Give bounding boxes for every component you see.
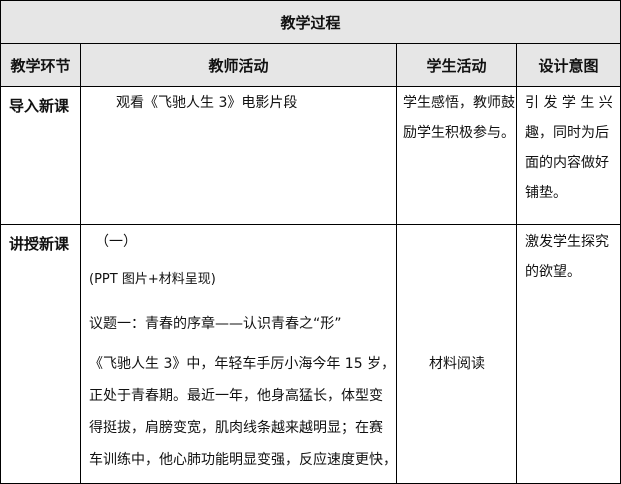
row-intro-intent-line-3: 面的内容做好 [525, 155, 609, 171]
row-lecture-stage-label: 讲授新课 [9, 235, 70, 253]
row-lecture-teacher-line-3: 议题一：青春的序章——认识青春之“形” [89, 316, 342, 332]
row-lecture-intent: 激发学生探究 的欲望。 [516, 224, 621, 484]
header-stage-label: 教学环节 [10, 56, 71, 75]
table-title-text: 教学过程 [280, 13, 341, 32]
row-intro-stage: 导入新课 [0, 86, 81, 225]
row-intro-student: 学生感悟，教师鼓 励学生积极参与。 [396, 86, 517, 225]
header-intent-label: 设计意图 [538, 56, 599, 75]
row-intro-intent-line-4: 铺垫。 [525, 185, 567, 201]
row-lecture-stage: 讲授新课 [0, 224, 81, 484]
row-lecture-teacher-line-1: （一） [95, 234, 137, 250]
row-lecture-intent-line-1: 激发学生探究 [525, 234, 609, 250]
header-stage: 教学环节 [0, 43, 81, 87]
row-lecture-teacher-line-2: (PPT 图片+材料呈现) [89, 272, 216, 287]
header-teacher-label: 教师活动 [208, 56, 269, 75]
row-lecture-teacher-line-6: 得挺拔，肩膀变宽，肌肉线条越来越明显；在赛 [89, 420, 383, 436]
row-intro-student-line-2: 励学生积极参与。 [403, 125, 515, 141]
row-intro-stage-label: 导入新课 [9, 97, 70, 115]
row-intro-intent-line-1: 引 发 学 生 兴 [525, 95, 613, 111]
table-title: 教学过程 [0, 0, 621, 44]
row-lecture-teacher: （一） (PPT 图片+材料呈现) 议题一：青春的序章——认识青春之“形” 《飞… [80, 224, 397, 484]
row-intro-intent-line-2: 趣，同时为后 [525, 125, 609, 141]
header-student: 学生活动 [396, 43, 517, 87]
header-student-label: 学生活动 [426, 56, 487, 75]
row-intro-student-line-1: 学生感悟，教师鼓 [403, 95, 515, 111]
row-lecture-teacher-line-7: 车训练中，他心肺功能明显变强，反应速度更快， [89, 452, 397, 468]
lesson-plan-table: 教学过程 教学环节 教师活动 学生活动 设计意图 导入新课 观看《飞驰人生 3》… [0, 0, 621, 484]
row-lecture-teacher-line-4: 《飞驰人生 3》中，年轻车手厉小海今年 15 岁， [89, 356, 396, 372]
row-lecture-intent-line-2: 的欲望。 [525, 264, 581, 280]
row-lecture-teacher-line-5: 正处于青春期。最近一年，他身高猛长，体型变 [89, 388, 383, 404]
row-lecture-student-text: 材料阅读 [429, 356, 485, 372]
row-intro-intent: 引 发 学 生 兴 趣，同时为后 面的内容做好 铺垫。 [516, 86, 621, 225]
header-teacher: 教师活动 [80, 43, 397, 87]
row-intro-teacher-text: 观看《飞驰人生 3》电影片段 [116, 95, 298, 111]
row-intro-teacher: 观看《飞驰人生 3》电影片段 [80, 86, 397, 225]
header-intent: 设计意图 [516, 43, 621, 87]
row-lecture-student: 材料阅读 [396, 224, 517, 484]
